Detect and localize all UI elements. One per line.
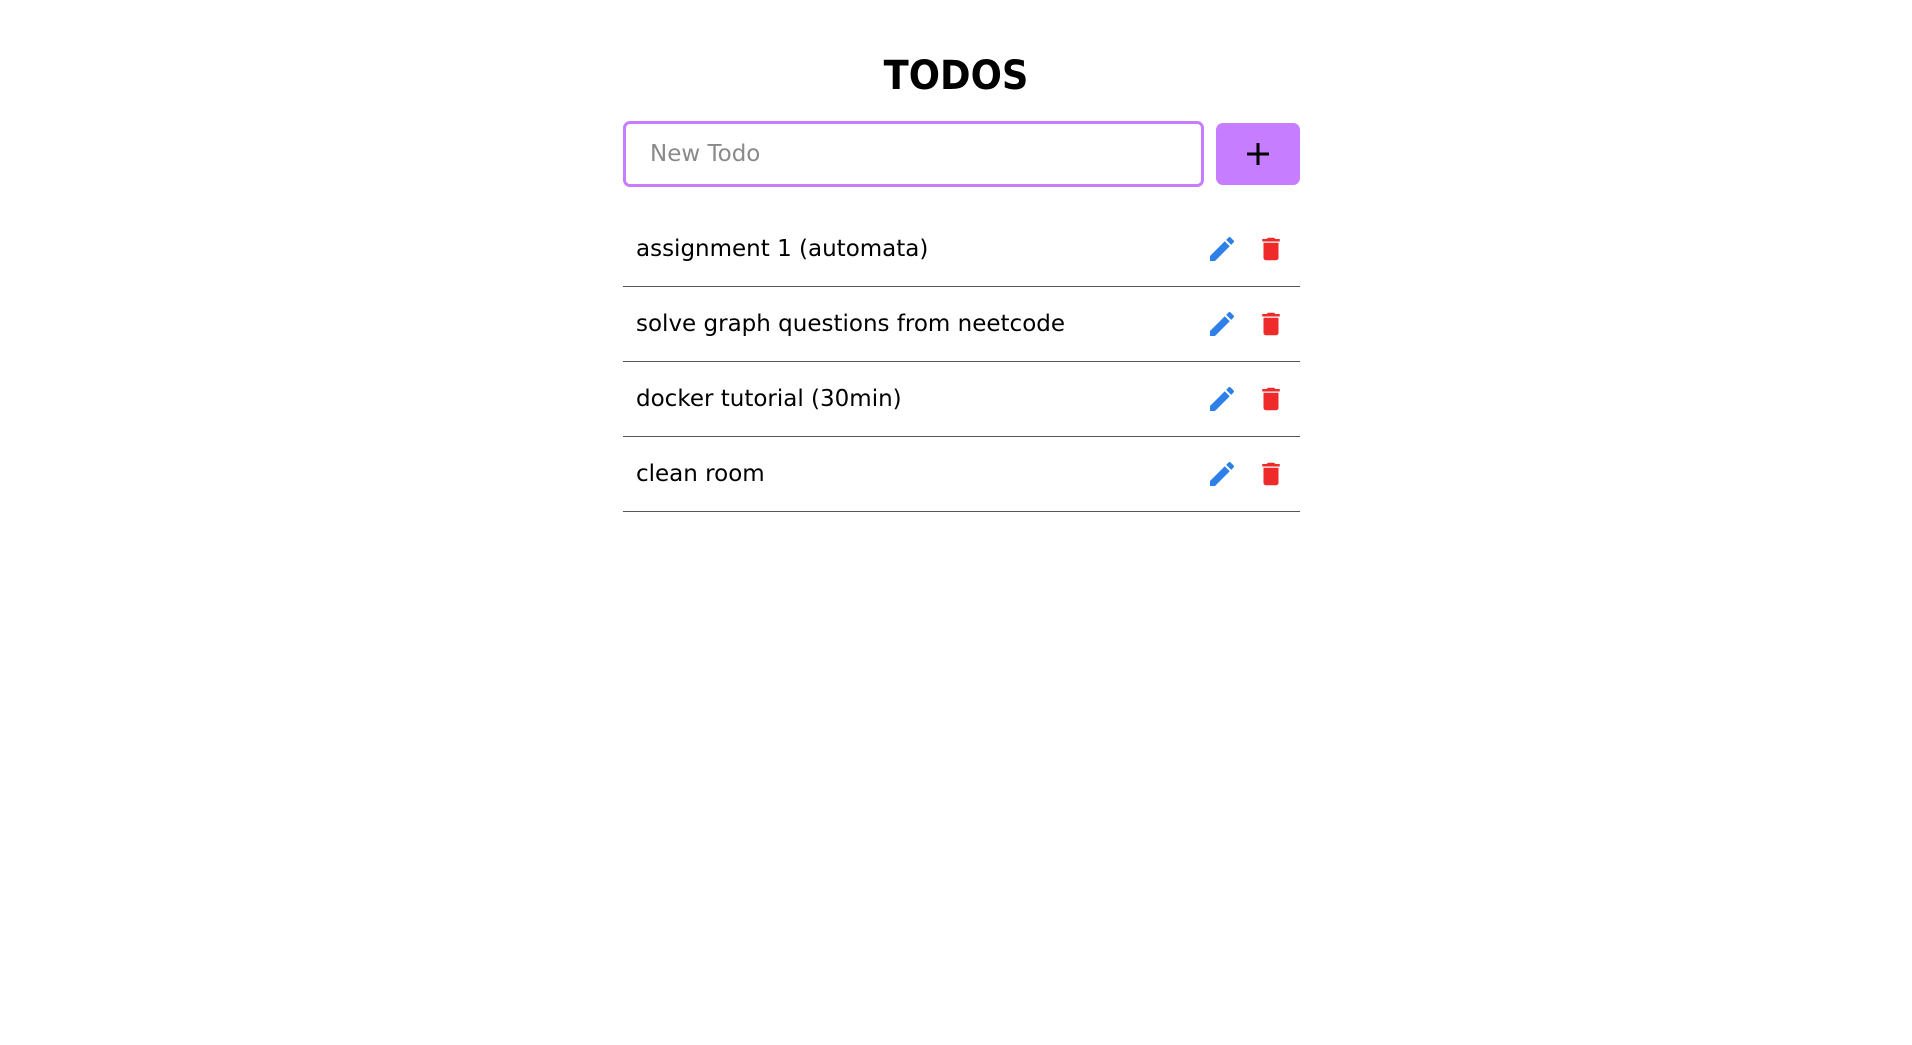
delete-todo-button[interactable]	[1253, 231, 1289, 267]
page-title: TODOS	[883, 53, 1029, 99]
delete-todo-button[interactable]	[1253, 381, 1289, 417]
todo-list: assignment 1 (automata) solve graph ques…	[623, 212, 1300, 512]
new-todo-input[interactable]	[623, 121, 1204, 187]
edit-todo-button[interactable]	[1204, 381, 1240, 417]
edit-todo-button[interactable]	[1204, 231, 1240, 267]
pencil-icon	[1206, 308, 1238, 340]
delete-todo-button[interactable]	[1253, 306, 1289, 342]
trash-icon	[1256, 383, 1286, 415]
todo-text: solve graph questions from neetcode	[636, 311, 1066, 337]
todo-item: assignment 1 (automata)	[623, 212, 1300, 287]
edit-todo-button[interactable]	[1204, 456, 1240, 492]
trash-icon	[1256, 308, 1286, 340]
todo-item: docker tutorial (30min)	[623, 362, 1300, 437]
plus-icon	[1245, 141, 1271, 167]
new-todo-form	[623, 121, 1300, 187]
todo-item: solve graph questions from neetcode	[623, 287, 1300, 362]
trash-icon	[1256, 458, 1286, 490]
todo-item: clean room	[623, 437, 1300, 512]
trash-icon	[1256, 233, 1286, 265]
delete-todo-button[interactable]	[1253, 456, 1289, 492]
pencil-icon	[1206, 458, 1238, 490]
add-todo-button[interactable]	[1216, 123, 1300, 185]
todo-text: docker tutorial (30min)	[636, 386, 902, 412]
todo-text: assignment 1 (automata)	[636, 236, 929, 262]
todo-app: TODOS assignment 1 (automata)	[0, 0, 1912, 1045]
pencil-icon	[1206, 383, 1238, 415]
todo-text: clean room	[636, 461, 765, 487]
pencil-icon	[1206, 233, 1238, 265]
edit-todo-button[interactable]	[1204, 306, 1240, 342]
